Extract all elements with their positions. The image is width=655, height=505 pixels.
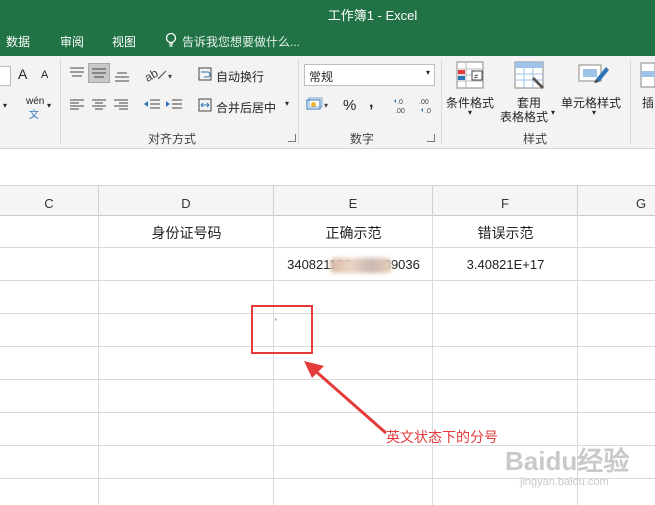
currency-icon[interactable]: ▾: [306, 97, 332, 116]
wrap-text-button[interactable]: 自动换行: [216, 68, 264, 85]
divider: [441, 60, 442, 144]
align-middle-icon[interactable]: [88, 63, 110, 83]
chevron-down-icon[interactable]: ▾: [592, 108, 596, 117]
font-size-box[interactable]: [0, 66, 11, 86]
format-table-button[interactable]: 表格格式: [500, 108, 548, 125]
dialog-launcher-icon[interactable]: [427, 134, 435, 142]
comma-button[interactable]: ,: [369, 94, 373, 112]
number-format-select[interactable]: 常规 ▾: [304, 64, 435, 86]
svg-text:.00: .00: [395, 108, 405, 115]
cell-styles-icon[interactable]: [578, 61, 610, 94]
chevron-down-icon: ▾: [425, 68, 430, 77]
annotation-text: 英文状态下的分号: [386, 429, 498, 445]
grid-line: [0, 313, 655, 314]
svg-text:≠: ≠: [474, 72, 479, 81]
grid-line: [0, 247, 655, 248]
align-right-icon[interactable]: [113, 99, 129, 114]
cell-styles-button[interactable]: 单元格样式: [561, 94, 621, 111]
dialog-launcher-icon[interactable]: [288, 134, 296, 142]
tab-review[interactable]: 审阅: [60, 33, 84, 50]
svg-text:.00: .00: [419, 99, 429, 106]
divider: [630, 60, 631, 144]
watermark-logo: Baidu经验: [505, 446, 630, 476]
arrow-icon: [300, 357, 390, 440]
chevron-down-icon[interactable]: ▾: [551, 108, 555, 117]
highlight-box: [251, 305, 313, 354]
formula-bar[interactable]: [0, 149, 655, 186]
svg-text:.0: .0: [397, 99, 403, 106]
conditional-formatting-icon[interactable]: ≠: [456, 61, 486, 94]
grid-line: [98, 215, 99, 505]
cell-e-header[interactable]: 正确示范: [274, 223, 433, 243]
shrink-font-button[interactable]: A: [41, 69, 48, 81]
align-center-icon[interactable]: [91, 99, 107, 114]
svg-text:.0: .0: [425, 108, 431, 115]
column-header-d[interactable]: D: [99, 186, 274, 215]
column-header-c[interactable]: C: [0, 186, 99, 215]
align-top-icon[interactable]: [69, 66, 85, 83]
align-bottom-icon[interactable]: [114, 68, 130, 85]
chevron-down-icon[interactable]: ▾: [47, 101, 51, 110]
alignment-group-label: 对齐方式: [148, 132, 197, 146]
number-group-label: 数字: [350, 132, 375, 146]
svg-text:▾: ▾: [168, 72, 172, 81]
grid-line: [0, 346, 655, 347]
divider: [298, 60, 299, 144]
increase-indent-icon[interactable]: [165, 98, 183, 115]
cell-f-sci-value[interactable]: 3.40821E+17: [433, 257, 578, 272]
increase-decimal-icon[interactable]: .0.00: [394, 97, 412, 118]
merge-center-button[interactable]: 合并后居中: [216, 99, 276, 116]
svg-text:▾: ▾: [324, 101, 328, 110]
styles-group-label: 样式: [523, 132, 548, 146]
format-as-table-icon[interactable]: [514, 61, 546, 94]
insert-button[interactable]: 插: [642, 94, 654, 111]
column-header-e[interactable]: E: [274, 186, 433, 215]
chevron-down-icon[interactable]: ▾: [285, 99, 289, 108]
merge-center-icon[interactable]: [198, 98, 212, 115]
lightbulb-icon: [164, 32, 178, 51]
watermark-url: jingyan.baidu.com: [520, 476, 609, 488]
phonetic-button[interactable]: 文: [29, 106, 39, 121]
cell-d-header[interactable]: 身份证号码: [99, 223, 274, 243]
grow-font-button[interactable]: A: [18, 66, 27, 82]
chevron-down-icon[interactable]: ▾: [3, 101, 7, 110]
tab-view[interactable]: 视图: [112, 33, 136, 50]
grid-line: [0, 280, 655, 281]
insert-cells-icon[interactable]: [640, 61, 655, 92]
cell-e-id-value[interactable]: 340821123 89036: [274, 257, 433, 273]
wrap-text-icon[interactable]: [198, 67, 212, 84]
tab-data[interactable]: 数据: [6, 33, 30, 50]
divider: [60, 60, 61, 144]
decrease-decimal-icon[interactable]: .00.0: [418, 97, 436, 118]
chevron-down-icon[interactable]: ▾: [468, 108, 472, 117]
tell-me-box[interactable]: 告诉我您想要做什么...: [182, 33, 300, 50]
svg-text:ab: ab: [144, 66, 161, 82]
column-header-f[interactable]: F: [433, 186, 578, 215]
orientation-icon[interactable]: ab ▾: [142, 66, 172, 85]
blurred-digits: [330, 258, 392, 273]
align-left-icon[interactable]: [69, 99, 85, 114]
cell-f-header[interactable]: 错误示范: [433, 223, 578, 243]
window-title: 工作簿1 - Excel: [327, 8, 418, 23]
column-header-g[interactable]: G: [578, 186, 655, 215]
percent-button[interactable]: %: [343, 97, 356, 114]
decrease-indent-icon[interactable]: [143, 98, 161, 115]
number-format-value: 常规: [309, 70, 334, 84]
